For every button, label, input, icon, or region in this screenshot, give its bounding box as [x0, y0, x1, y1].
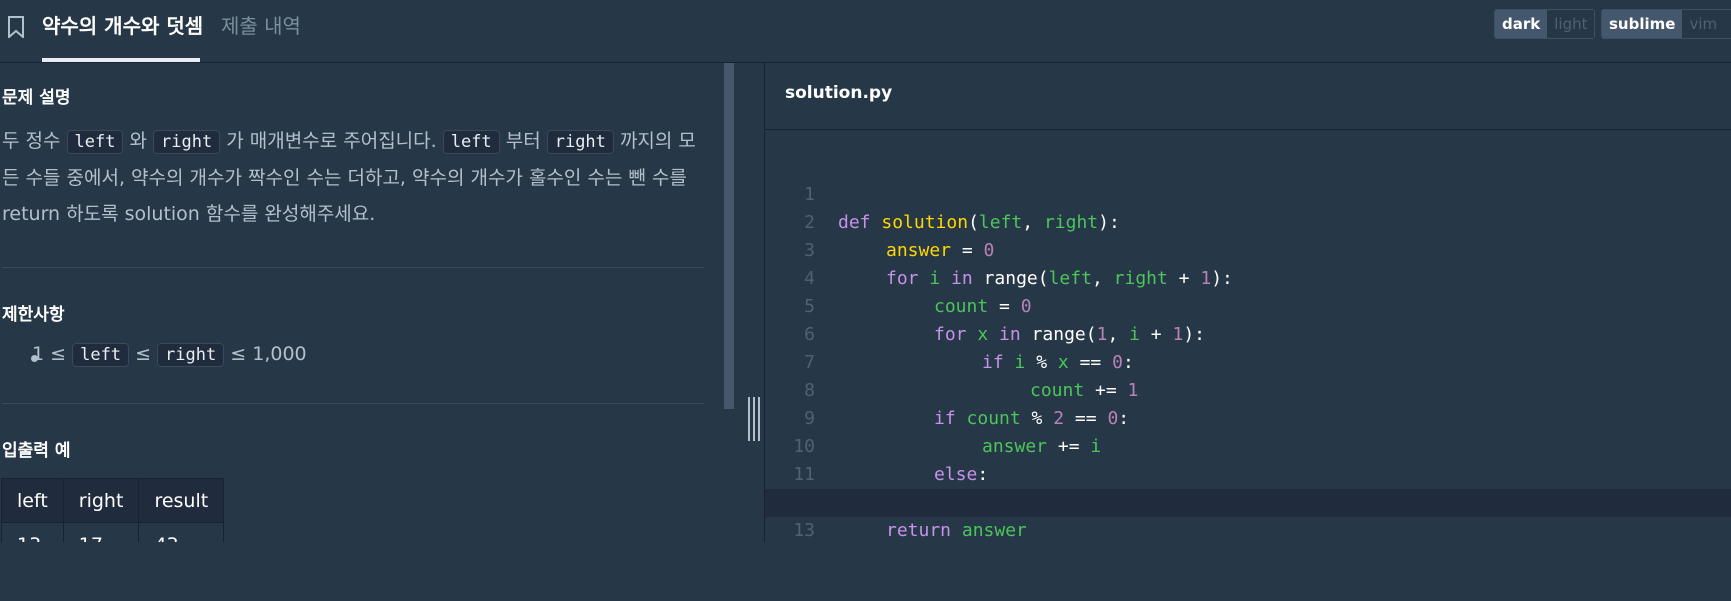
bookmark-icon[interactable]	[7, 16, 25, 38]
constraint-item: 1 ≤ left ≤ right ≤ 1,000	[32, 343, 307, 367]
theme-dark-button[interactable]: dark	[1495, 10, 1548, 38]
examples-heading: 입출력 예	[2, 441, 71, 461]
problem-scrollbar[interactable]	[724, 63, 734, 409]
line-number: 13	[793, 520, 815, 541]
code-line[interactable]: 4 count = 0	[765, 237, 1731, 317]
constraints-heading: 제한사항	[2, 305, 65, 325]
code-line[interactable]: 2 answer = 0	[765, 181, 1731, 261]
section-divider	[2, 403, 704, 404]
code-right: right	[546, 130, 614, 154]
theme-light-button[interactable]: light	[1547, 10, 1595, 38]
table-cell: 13	[1, 522, 64, 542]
column-header: left	[1, 478, 64, 523]
keymap-emacs-button[interactable]: e	[1724, 10, 1731, 38]
splitter-grip-icon[interactable]	[748, 397, 762, 441]
constraint-text: ≤ 1,000	[224, 343, 307, 365]
section-divider	[2, 267, 704, 268]
table-header-row: left right result	[1, 478, 225, 523]
code-line[interactable]: 3 for i in range(left, right + 1):	[765, 209, 1731, 289]
keymap-toggle: sublime vim e	[1601, 9, 1731, 39]
constraint-text: 1 ≤	[32, 343, 73, 365]
code-line[interactable]: 1 def solution(left, right):	[765, 153, 1731, 233]
code-right: right	[153, 130, 221, 154]
code-line[interactable]: 11 answer -= i	[765, 433, 1731, 513]
editor-panel: solution.py 1 def solution(left, right):…	[764, 63, 1731, 542]
problem-panel: 문제 설명 두 정수 left 와 right 가 매개변수로 주어집니다. l…	[0, 63, 725, 542]
code-line[interactable]: 7 count += 1	[765, 321, 1731, 401]
code-left: left	[442, 130, 500, 154]
column-header: result	[138, 478, 225, 523]
theme-toggle: dark light	[1494, 9, 1596, 39]
code-text: return answer	[886, 520, 1027, 541]
keymap-sublime-button[interactable]: sublime	[1602, 10, 1683, 38]
tab-problem[interactable]: 약수의 개수와 덧셈	[42, 12, 203, 40]
desc-text: 와	[123, 130, 154, 152]
code-editor[interactable]: 1 def solution(left, right): 2 answer = …	[765, 130, 1731, 542]
keymap-vim-button[interactable]: vim	[1682, 10, 1725, 38]
active-tab-indicator	[42, 58, 200, 62]
code-line[interactable]: 12 return answer	[765, 461, 1731, 541]
code-line[interactable]: 5 for x in range(1, i + 1):	[765, 265, 1731, 345]
code-line[interactable]: 9 answer += i	[765, 377, 1731, 457]
code-line[interactable]: 6 if i % x == 0:	[765, 293, 1731, 373]
code-right: right	[157, 343, 225, 367]
code-line-current[interactable]: 13	[765, 489, 1731, 541]
code-left: left	[72, 343, 130, 367]
file-name: solution.py	[785, 83, 893, 103]
constraint-text: ≤	[129, 343, 158, 365]
top-bar: 약수의 개수와 덧셈 제출 내역 dark light sublime vim …	[0, 0, 1731, 63]
panel-splitter[interactable]	[740, 63, 764, 542]
table-cell: 43	[138, 522, 225, 542]
desc-text: 두 정수	[2, 130, 67, 152]
desc-text: 가 매개변수로 주어집니다.	[220, 130, 443, 152]
code-line[interactable]: 10 else:	[765, 405, 1731, 485]
desc-text: 부터	[499, 130, 547, 152]
table-row: 13 17 43	[1, 522, 225, 542]
tab-submissions[interactable]: 제출 내역	[221, 12, 301, 40]
examples-table: left right result 13 17 43	[1, 478, 225, 542]
problem-description: 두 정수 left 와 right 가 매개변수로 주어집니다. left 부터…	[2, 123, 702, 232]
code-line[interactable]: 8 if count % 2 == 0:	[765, 349, 1731, 429]
code-left: left	[66, 130, 124, 154]
table-cell: 17	[62, 522, 140, 542]
column-header: right	[62, 478, 140, 523]
description-heading: 문제 설명	[2, 88, 71, 108]
